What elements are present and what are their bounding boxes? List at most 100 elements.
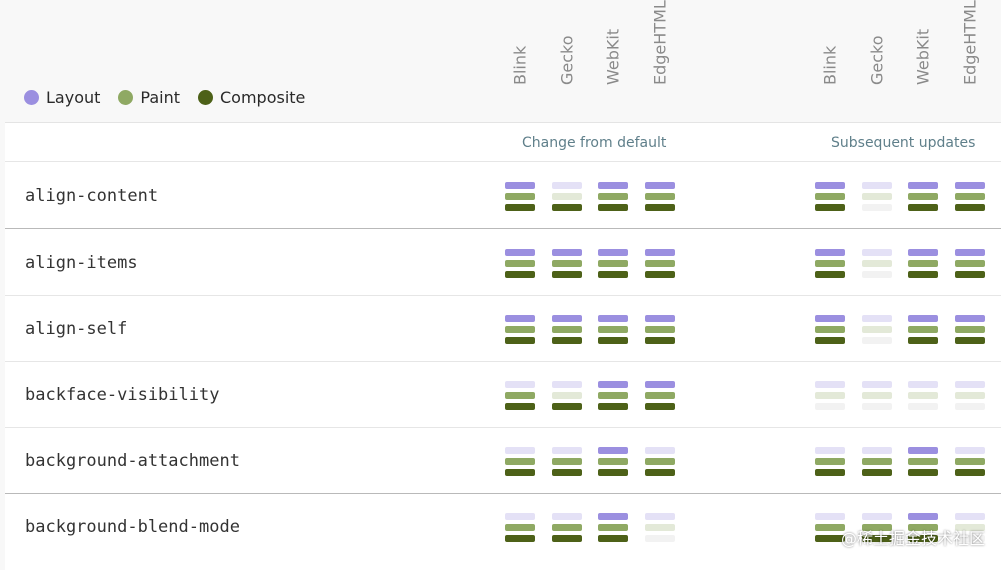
paint-bar <box>598 326 628 333</box>
composite-bar <box>505 403 535 410</box>
paint-bar <box>862 458 892 465</box>
paint-bar <box>908 392 938 399</box>
paint-bar <box>955 260 985 267</box>
layout-bar <box>598 447 628 454</box>
composite-bar <box>955 403 985 410</box>
engine-indicator-change-edgehtml <box>645 381 675 414</box>
layout-bar <box>955 447 985 454</box>
engine-indicator-change-webkit <box>598 315 628 348</box>
engine-indicator-subsequent-gecko <box>862 249 892 282</box>
composite-bar <box>645 469 675 476</box>
paint-bar <box>505 392 535 399</box>
composite-bar <box>505 204 535 211</box>
layout-bar <box>815 381 845 388</box>
engine-label: Gecko <box>557 35 577 85</box>
paint-bar <box>645 524 675 531</box>
engine-label: WebKit <box>913 28 933 85</box>
table-row: align-self <box>5 295 1001 362</box>
layout-bar <box>645 513 675 520</box>
engine-indicator-change-blink <box>505 182 535 215</box>
composite-bar <box>598 271 628 278</box>
layout-bar <box>505 249 535 256</box>
engine-header-gecko-2: Gecko <box>865 0 889 104</box>
layout-dot-icon <box>24 90 39 105</box>
layout-bar <box>505 513 535 520</box>
layout-bar <box>815 513 845 520</box>
layout-bar <box>955 381 985 388</box>
paint-bar <box>645 326 675 333</box>
paint-bar <box>645 260 675 267</box>
engine-indicator-change-gecko <box>552 182 582 215</box>
property-name: align-content <box>25 186 159 206</box>
composite-bar <box>908 337 938 344</box>
layout-bar <box>862 249 892 256</box>
paint-bar <box>955 193 985 200</box>
layout-bar <box>862 513 892 520</box>
composite-bar <box>955 271 985 278</box>
paint-bar <box>552 260 582 267</box>
engine-label: Blink <box>510 45 530 85</box>
paint-bar <box>645 392 675 399</box>
engine-label: EdgeHTML <box>960 0 980 85</box>
paint-bar <box>598 524 628 531</box>
layout-bar <box>955 513 985 520</box>
paint-bar <box>815 193 845 200</box>
composite-bar <box>505 535 535 542</box>
layout-bar <box>505 315 535 322</box>
layout-bar <box>552 513 582 520</box>
layout-bar <box>908 315 938 322</box>
paint-bar <box>815 458 845 465</box>
engine-header-blink-2: Blink <box>818 0 842 104</box>
composite-bar <box>598 403 628 410</box>
composite-bar <box>505 469 535 476</box>
legend-layout: Layout <box>24 88 100 107</box>
layout-bar <box>598 182 628 189</box>
engine-indicator-subsequent-gecko <box>862 315 892 348</box>
engine-indicator-change-webkit <box>598 513 628 546</box>
engine-indicator-change-edgehtml <box>645 315 675 348</box>
layout-bar <box>598 249 628 256</box>
layout-bar <box>552 381 582 388</box>
composite-bar <box>598 204 628 211</box>
layout-bar <box>815 249 845 256</box>
paint-bar <box>552 392 582 399</box>
layout-bar <box>955 249 985 256</box>
composite-bar <box>955 469 985 476</box>
paint-bar <box>552 524 582 531</box>
property-name: backface-visibility <box>25 385 220 405</box>
composite-bar <box>505 271 535 278</box>
paint-bar <box>505 524 535 531</box>
table-row: align-content <box>5 161 1001 229</box>
composite-bar <box>815 403 845 410</box>
paint-bar <box>815 392 845 399</box>
property-name: align-items <box>25 253 138 273</box>
composite-bar <box>552 535 582 542</box>
composite-bar <box>598 535 628 542</box>
layout-bar <box>955 315 985 322</box>
composite-bar <box>955 204 985 211</box>
paint-bar <box>908 458 938 465</box>
composite-bar <box>552 337 582 344</box>
layout-bar <box>552 249 582 256</box>
layout-bar <box>908 447 938 454</box>
engine-indicator-change-blink <box>505 315 535 348</box>
layout-bar <box>645 249 675 256</box>
table-row: backface-visibility <box>5 361 1001 428</box>
layout-bar <box>908 513 938 520</box>
engine-label: Gecko <box>867 35 887 85</box>
composite-bar <box>645 403 675 410</box>
composite-bar <box>505 337 535 344</box>
engine-indicator-subsequent-blink <box>815 249 845 282</box>
engine-indicator-change-blink <box>505 249 535 282</box>
paint-bar <box>598 392 628 399</box>
paint-bar <box>862 260 892 267</box>
engine-indicator-subsequent-blink <box>815 315 845 348</box>
paint-bar <box>598 193 628 200</box>
engine-indicator-change-gecko <box>552 249 582 282</box>
layout-bar <box>862 381 892 388</box>
paint-bar <box>862 392 892 399</box>
property-table: Change from default Subsequent updates a… <box>5 122 1001 570</box>
group-label-subsequent: Subsequent updates <box>831 135 976 151</box>
engine-indicator-subsequent-blink <box>815 447 845 480</box>
legend: Layout Paint Composite <box>24 88 323 107</box>
